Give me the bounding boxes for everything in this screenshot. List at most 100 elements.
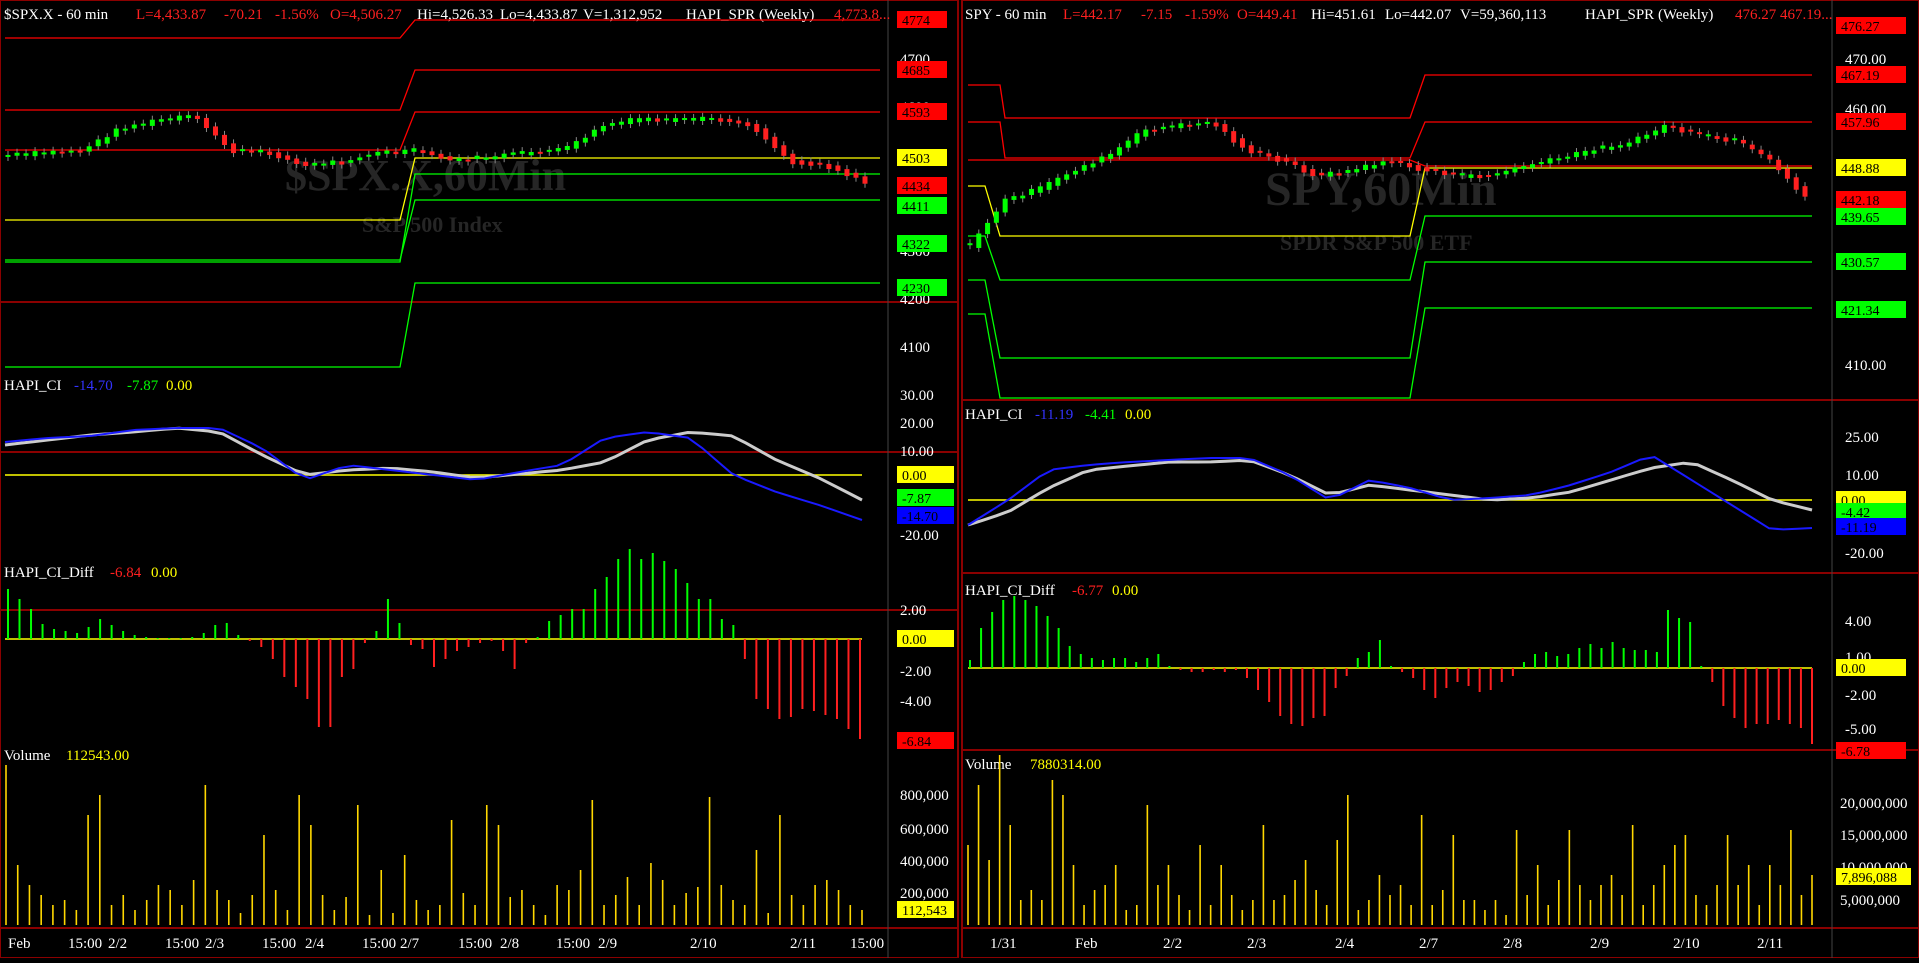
ci-name: HAPI_CI (4, 378, 62, 394)
candle-body (212, 126, 218, 136)
candle-body (1732, 138, 1738, 141)
candle-body (1196, 123, 1202, 126)
candle-body (185, 115, 191, 119)
ci-tick: 10.00 (900, 444, 934, 460)
indicator-values: 476.27 467.19... (1735, 7, 1833, 23)
ci-tags: 0.00-4.42-11.19 (1836, 491, 1906, 536)
ci-value-yellow: 0.00 (166, 378, 192, 394)
candle-body (799, 160, 805, 165)
watermark-name: SPDR S&P 500 ETF (1280, 230, 1473, 255)
volume-name: Volume (4, 748, 51, 764)
candle-body (32, 151, 38, 157)
level-tag-label: -6.78 (1841, 745, 1870, 760)
candle-body (50, 150, 56, 155)
candle-body (754, 123, 760, 132)
candle-body (1512, 167, 1518, 173)
level-tag-label: -11.19 (1841, 521, 1877, 536)
candle-body (1064, 174, 1070, 180)
candle-body (1486, 175, 1492, 177)
candle-body (993, 211, 999, 223)
candle-body (1160, 126, 1166, 130)
candle-body (1547, 158, 1553, 164)
candle-body (1336, 173, 1342, 176)
candle-body (1398, 161, 1404, 164)
candle-body (1688, 129, 1694, 132)
time-axis-label: 2/3 (205, 936, 224, 952)
candle-body (1072, 170, 1078, 175)
ci-tags: 0.00 -7.87 -14.70 (897, 466, 954, 525)
time-axis-label: Feb (8, 936, 31, 952)
time-axis-label: Feb (1075, 936, 1098, 952)
volume-tick: 800,000 (900, 788, 949, 804)
candle-body (817, 162, 823, 165)
ci-tick: 25.00 (1845, 430, 1879, 446)
candle-body (1679, 127, 1685, 133)
candle-body (375, 151, 381, 156)
candle-body (267, 151, 273, 155)
candle-body (645, 117, 651, 122)
volume-tick: 400,000 (900, 854, 949, 870)
candle-body (438, 153, 444, 159)
candle-body (1292, 161, 1298, 165)
time-axis-label: 2/10 (1673, 936, 1700, 952)
candle-body (149, 119, 155, 126)
candle-body (1442, 170, 1448, 176)
volume-value: 112543.00 (66, 748, 129, 764)
candle-body (285, 155, 291, 160)
spx-chart-window[interactable]: $SPX.X - 60 min L=4,433.87 -70.21 -1.56%… (0, 0, 959, 959)
candle-body (158, 119, 164, 122)
candle-body (501, 153, 507, 159)
candle-body (1433, 168, 1439, 171)
candle-body (727, 118, 733, 122)
candle-body (1406, 163, 1412, 168)
time-axis-label: 15:00 (458, 936, 492, 952)
candle-body (1670, 125, 1676, 128)
candle-body (1714, 136, 1720, 139)
watermark-name: S&P 500 Index (362, 212, 503, 237)
candle-body (348, 160, 354, 163)
candle-body (808, 161, 814, 166)
candle-body (140, 123, 146, 126)
level-tag-label: -7.87 (902, 492, 931, 507)
candle-body (240, 149, 246, 152)
diff-value: -6.77 (1072, 583, 1104, 599)
level-tag-label: 4503 (902, 152, 930, 167)
level-tag-label: 0.00 (1841, 662, 1866, 677)
candle-body (1565, 156, 1571, 159)
candle-body (86, 146, 92, 152)
candle-body (411, 148, 417, 152)
candle-body (492, 156, 498, 160)
volume-name: Volume (965, 757, 1012, 773)
candle-body (483, 157, 489, 160)
candle-body (1152, 129, 1158, 132)
diff-tick: -4.00 (900, 694, 931, 710)
candle-body (1758, 149, 1764, 155)
diff-zero: 0.00 (151, 565, 177, 581)
candle-body (618, 121, 624, 125)
candle-body (1609, 146, 1615, 150)
candle-body (967, 243, 973, 246)
candle-body (1697, 132, 1703, 135)
level-tag-label: 4685 (902, 64, 930, 79)
volume-tags: 7,896,088 (1836, 868, 1911, 886)
change: -7.15 (1141, 7, 1172, 23)
candle-body (231, 143, 237, 154)
candle-body (700, 116, 706, 122)
charts-canvas: $SPX.X - 60 min L=4,433.87 -70.21 -1.56%… (0, 0, 1919, 959)
ci-value-yellow: 0.00 (1125, 407, 1151, 423)
candle-body (402, 149, 408, 155)
candle-body (1477, 175, 1483, 179)
candle-body (682, 118, 688, 121)
spy-chart-window[interactable]: SPY - 60 min L=442.17 -7.15 -1.59% O=449… (961, 0, 1919, 959)
candle-body (985, 222, 991, 235)
diff-value: -6.84 (110, 565, 142, 581)
level-tag-label: 4322 (902, 238, 930, 253)
last-price: L=442.17 (1063, 7, 1122, 23)
volume-total: V=59,360,113 (1460, 7, 1546, 23)
candle-body (474, 155, 480, 160)
candle-body (537, 151, 543, 154)
candle-body (339, 161, 345, 165)
low-price: Lo=442.07 (1385, 7, 1452, 23)
level-tag-label: 448.88 (1841, 162, 1880, 177)
candle-body (465, 159, 471, 162)
